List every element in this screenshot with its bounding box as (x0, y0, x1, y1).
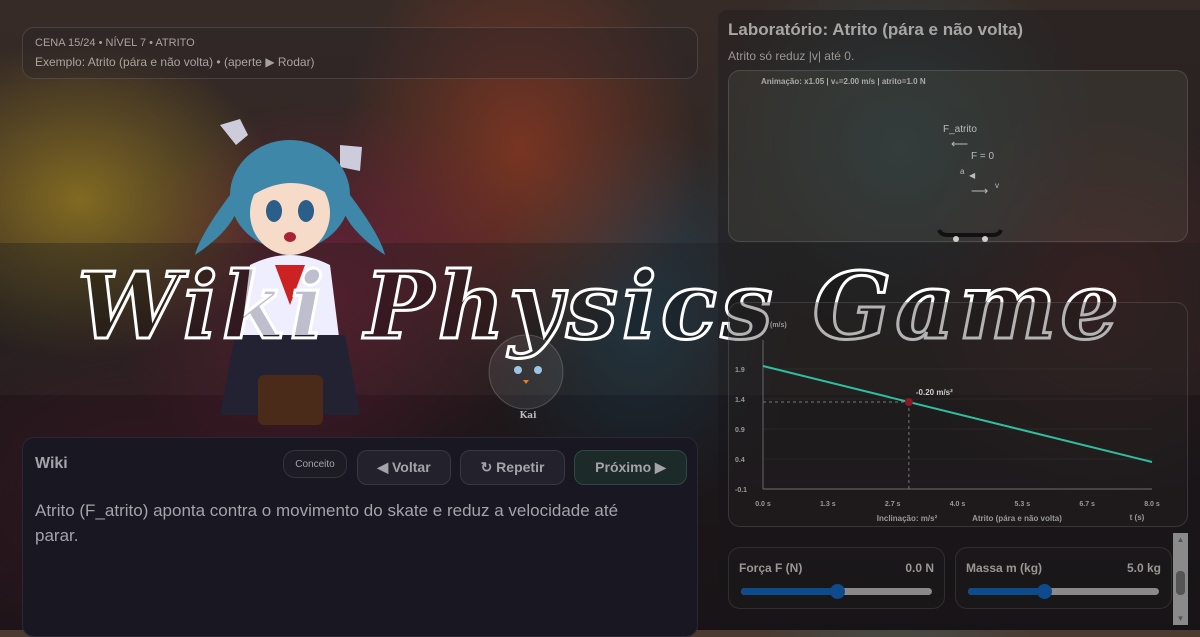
marker-label: -0.20 m/s² (916, 388, 953, 397)
y-tick-label: 0.4 (735, 457, 745, 464)
scenario-label: Atrito (pára e não volta) (972, 514, 1062, 523)
y-tick-label: 0.9 (735, 427, 745, 434)
x-tick-label: 6.7 s (1079, 501, 1095, 508)
mass-slider-card: Massa m (kg) 5.0 kg (955, 547, 1172, 609)
mass-slider-thumb[interactable] (1037, 584, 1052, 599)
x-tick-label: 4.0 s (950, 501, 966, 508)
next-button[interactable]: Próximo ▶ (574, 450, 687, 485)
y-tick-label: 1.9 (735, 367, 745, 374)
x-tick-label: 8.0 s (1144, 501, 1160, 508)
scrollbar-thumb[interactable] (1176, 571, 1185, 595)
slope-label: Inclinação: m/s² (877, 514, 938, 523)
force-slider-card: Força F (N) 0.0 N (728, 547, 945, 609)
x-tick-label: 5.3 s (1015, 501, 1031, 508)
mass-slider-value: 5.0 kg (1127, 561, 1161, 575)
mass-slider[interactable] (968, 588, 1159, 595)
concept-button[interactable]: Conceito (283, 450, 347, 478)
y-tick-label: 1.4 (735, 397, 745, 404)
repeat-button[interactable]: ↻ Repetir (460, 450, 565, 485)
force-slider-value: 0.0 N (905, 561, 934, 575)
scroll-up-icon[interactable]: ▲ (1173, 535, 1188, 544)
force-slider-thumb[interactable] (830, 584, 845, 599)
force-slider[interactable] (741, 588, 932, 595)
velocity-line (763, 366, 1152, 462)
y-tick-label: -0.1 (735, 487, 747, 494)
wiki-heading: Wiki (35, 455, 68, 473)
marker-point (905, 398, 913, 406)
wiki-text: Atrito (F_atrito) aponta contra o movime… (35, 498, 655, 548)
back-button[interactable]: ◀ Voltar (357, 450, 451, 485)
x-axis-label: t (s) (1130, 513, 1145, 522)
x-tick-label: 0.0 s (755, 501, 771, 508)
x-tick-label: 2.7 s (885, 501, 901, 508)
mass-slider-label: Massa m (kg) (966, 561, 1042, 575)
y-axis-label: (m/s) (770, 322, 787, 329)
force-slider-label: Força F (N) (739, 561, 802, 575)
x-tick-label: 1.3 s (820, 501, 836, 508)
scrollbar[interactable]: ▲ ▼ (1173, 533, 1188, 625)
wiki-panel: Wiki Conceito ◀ Voltar ↻ Repetir Próximo… (22, 437, 698, 637)
scroll-down-icon[interactable]: ▼ (1173, 614, 1188, 623)
